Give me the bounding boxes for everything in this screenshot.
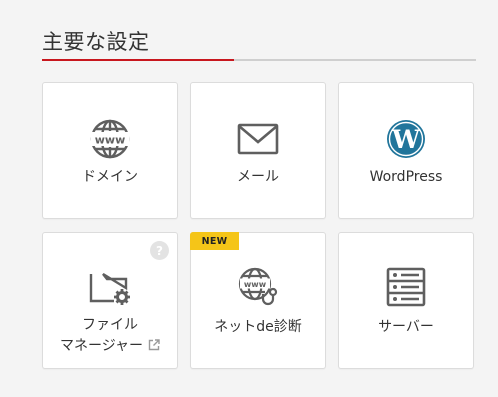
title-divider xyxy=(42,59,476,61)
svg-text:www: www xyxy=(95,134,126,147)
folder-gear-icon xyxy=(88,265,132,309)
www-globe-icon: www xyxy=(88,117,132,161)
section-title: 主要な設定 xyxy=(42,30,150,54)
card-label-line2: マネージャー xyxy=(43,336,177,358)
card-net-de-shindan[interactable]: NEW www ネットde診断 xyxy=(190,232,326,369)
new-badge: NEW xyxy=(190,232,239,250)
card-domain[interactable]: www ドメイン xyxy=(42,82,178,219)
help-icon[interactable]: ? xyxy=(150,241,169,260)
globe-stethoscope-icon: www xyxy=(236,265,280,309)
mail-icon xyxy=(236,117,280,161)
card-label: WordPress xyxy=(369,169,443,185)
server-icon xyxy=(384,265,428,309)
card-server[interactable]: サーバー xyxy=(338,232,474,369)
svg-text:www: www xyxy=(244,280,267,289)
card-label-line1: ファイル xyxy=(82,317,138,333)
card-label: ファイル マネージャー xyxy=(43,315,177,358)
card-label: メール xyxy=(237,169,279,185)
card-wordpress[interactable]: W WordPress xyxy=(338,82,474,219)
card-mail[interactable]: メール xyxy=(190,82,326,219)
external-link-icon xyxy=(148,337,160,358)
card-label-line2-text: マネージャー xyxy=(59,338,144,354)
title-accent-bar xyxy=(42,59,234,61)
card-label: サーバー xyxy=(378,319,434,335)
card-file-manager[interactable]: ? ファイル マネージャー xyxy=(42,232,178,369)
wordpress-icon: W xyxy=(384,117,428,161)
card-label: ネットde診断 xyxy=(214,319,302,335)
svg-text:W: W xyxy=(391,125,421,154)
card-label: ドメイン xyxy=(82,169,138,185)
